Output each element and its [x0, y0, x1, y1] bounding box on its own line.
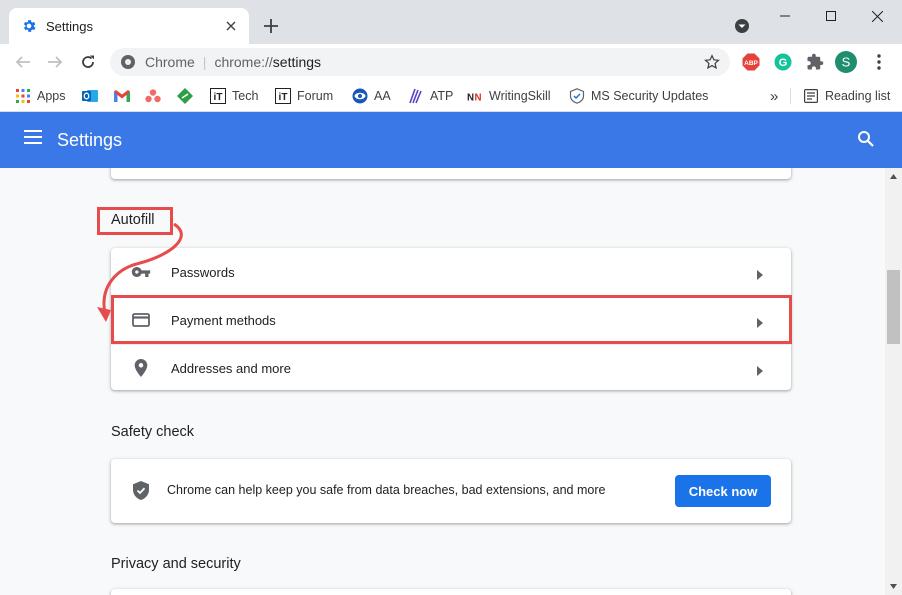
- reload-button[interactable]: [75, 49, 101, 75]
- outlook-icon: [82, 88, 98, 104]
- new-tab-button[interactable]: [260, 15, 282, 37]
- menu-kebab-icon[interactable]: [868, 51, 890, 73]
- eye-icon: [352, 88, 368, 104]
- bookmark-aa[interactable]: AA: [352, 85, 391, 107]
- addresses-label: Addresses and more: [171, 360, 291, 376]
- addresses-row[interactable]: Addresses and more: [111, 344, 791, 392]
- shield-check-icon: [133, 481, 151, 501]
- bookmarks-overflow-button[interactable]: »: [770, 85, 778, 107]
- passwords-row[interactable]: Passwords: [111, 248, 791, 296]
- shield-icon: [569, 88, 585, 104]
- bookmarks-divider: [790, 88, 791, 104]
- bookmark-green-leaf[interactable]: [177, 85, 199, 107]
- bookmark-label: MS Security Updates: [591, 89, 709, 103]
- safety-check-description: Chrome can help keep you safe from data …: [167, 483, 606, 497]
- abp-icon-label: ABP: [744, 60, 758, 67]
- address-chip: Chrome: [145, 54, 195, 70]
- safety-check-section-title: Safety check: [111, 424, 195, 440]
- bookmark-label: WritingSkill: [489, 89, 551, 103]
- asana-icon: [145, 88, 161, 104]
- scroll-down-arrow-icon[interactable]: [885, 578, 902, 595]
- bookmark-label: ATP: [430, 89, 454, 103]
- it-logo-icon: iT: [210, 88, 226, 104]
- close-window-button[interactable]: [854, 0, 900, 32]
- bookmark-writingskill[interactable]: NN WritingSkill: [467, 85, 551, 107]
- annotation-arrow: [97, 223, 183, 322]
- close-tab-icon[interactable]: [223, 18, 239, 34]
- previous-section-card: [111, 168, 791, 179]
- arrow-right-icon: [757, 363, 765, 376]
- grammarly-icon[interactable]: G: [772, 51, 794, 73]
- chrome-logo-icon: [120, 54, 136, 70]
- hamburger-menu-icon[interactable]: [24, 130, 44, 150]
- bookmarks-bar: Apps iT Tech iT Forum AA ATP N N Writing…: [0, 80, 902, 112]
- bookmark-label: Apps: [37, 89, 66, 103]
- abp-icon[interactable]: ABP: [740, 51, 762, 73]
- bookmark-label: AA: [374, 89, 391, 103]
- bookmark-star-icon[interactable]: [704, 54, 720, 70]
- profile-avatar-letter: S: [842, 55, 851, 70]
- tab-title: Settings: [46, 18, 93, 34]
- arrow-right-icon: [757, 267, 765, 280]
- svg-text:iT: iT: [279, 92, 288, 103]
- profile-avatar[interactable]: S: [835, 51, 857, 73]
- page-scrollbar[interactable]: [885, 168, 902, 595]
- bookmark-apps[interactable]: Apps: [15, 85, 66, 107]
- reading-list-label: Reading list: [825, 89, 891, 103]
- search-icon[interactable]: [857, 130, 877, 150]
- nn-logo-icon: NN: [467, 88, 483, 104]
- reading-list-button[interactable]: Reading list: [803, 85, 890, 107]
- page-title: Settings: [57, 130, 123, 150]
- payment-methods-highlight-box: [111, 295, 792, 344]
- tab-settings[interactable]: Settings: [9, 8, 249, 44]
- check-now-button[interactable]: Check now: [675, 475, 771, 507]
- bookmark-ms-security-updates[interactable]: MS Security Updates: [569, 85, 708, 107]
- privacy-card: [111, 589, 791, 595]
- back-button[interactable]: [10, 49, 36, 75]
- bookmark-asana[interactable]: [145, 85, 167, 107]
- bookmark-forum[interactable]: iT Forum: [275, 85, 333, 107]
- settings-gear-icon: [21, 18, 37, 34]
- apps-grid-icon: [15, 88, 31, 104]
- url-path: settings: [272, 54, 322, 70]
- settings-header: Settings: [0, 112, 902, 168]
- svg-text:N: N: [467, 92, 474, 102]
- address-bar[interactable]: Chrome | chrome://settings: [110, 48, 730, 76]
- scrollbar-thumb[interactable]: [887, 270, 900, 344]
- grammarly-icon-label: G: [779, 57, 788, 69]
- bookmark-atp[interactable]: ATP: [408, 85, 453, 107]
- it-logo-icon: iT: [275, 88, 291, 104]
- privacy-section-title: Privacy and security: [111, 556, 241, 572]
- bookmark-gmail[interactable]: [114, 85, 136, 107]
- minimize-button[interactable]: [762, 0, 808, 32]
- address-url: chrome://settings: [214, 54, 321, 70]
- tab-strip: Settings: [0, 0, 902, 44]
- leaf-badge-icon: [177, 88, 193, 104]
- bookmark-label: Forum: [297, 89, 334, 103]
- svg-text:N: N: [475, 92, 482, 102]
- reading-list-icon: [803, 88, 819, 104]
- scroll-up-arrow-icon[interactable]: [885, 168, 902, 185]
- bookmark-tech[interactable]: iT Tech: [210, 85, 258, 107]
- browser-toolbar: Chrome | chrome://settings ABP G S: [0, 44, 902, 80]
- tab-search-button[interactable]: [733, 17, 751, 35]
- svg-text:iT: iT: [214, 92, 223, 103]
- forward-button[interactable]: [42, 49, 68, 75]
- atp-feather-icon: [408, 88, 424, 104]
- url-scheme: chrome://: [214, 54, 273, 70]
- maximize-button[interactable]: [808, 0, 854, 32]
- location-pin-icon: [131, 358, 151, 378]
- gmail-icon: [114, 88, 130, 104]
- puzzle-icon[interactable]: [804, 51, 826, 73]
- settings-content: Autofill Passwords Payment methods Addre…: [0, 168, 885, 595]
- bookmark-outlook[interactable]: [82, 85, 104, 107]
- safety-check-card: Chrome can help keep you safe from data …: [111, 459, 791, 523]
- bookmark-label: Tech: [232, 89, 259, 103]
- address-separator: |: [202, 54, 207, 70]
